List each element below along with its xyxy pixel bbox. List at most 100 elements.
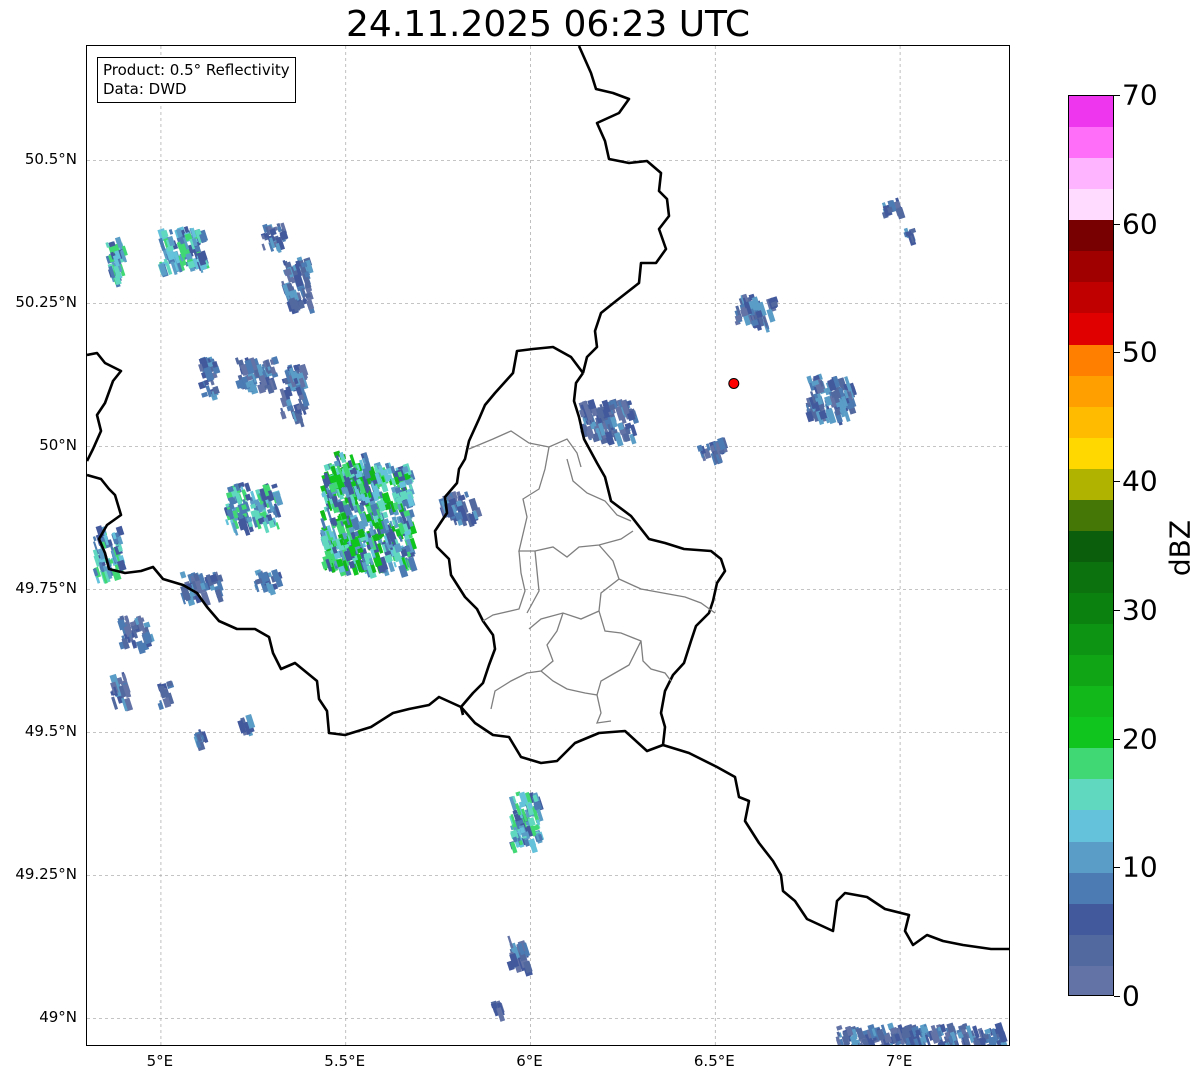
echo-pixel — [892, 1045, 899, 1046]
colorbar-tick-label: 50 — [1122, 335, 1158, 369]
echo-pixel — [280, 410, 287, 420]
colorbar-segment — [1069, 748, 1113, 780]
colorbar-segment — [1069, 561, 1113, 593]
echo-pixel — [586, 429, 595, 440]
echo-pixel — [201, 391, 209, 398]
colorbar-segment — [1069, 655, 1113, 687]
colorbar-segment — [1069, 872, 1113, 904]
colorbar-segment — [1069, 779, 1113, 811]
colorbar-segment — [1069, 468, 1113, 500]
colorbar-segment — [1069, 437, 1113, 469]
colorbar-segment — [1069, 903, 1113, 935]
colorbar-segment — [1069, 96, 1113, 128]
colorbar-segment — [1069, 810, 1113, 842]
lat-tick-label: 49.25°N — [15, 865, 77, 884]
colorbar-tick-label: 60 — [1122, 207, 1158, 241]
border-belgium-lux — [433, 345, 585, 716]
lon-tick-label: 5.5°E — [324, 1052, 366, 1070]
lon-tick-label: 5°E — [146, 1052, 174, 1070]
echo-pixel — [271, 483, 278, 489]
colorbar-segment — [1069, 624, 1113, 656]
lon-tick-label: 6.5°E — [693, 1052, 735, 1070]
colorbar-tick-mark — [1114, 481, 1120, 483]
lat-tick-label: 49.5°N — [24, 722, 77, 741]
colorbar-segment — [1069, 593, 1113, 625]
colorbar-segment — [1069, 282, 1113, 314]
colorbar-tick-label: 30 — [1122, 593, 1158, 627]
colorbar-segment — [1069, 220, 1113, 252]
border-germany-west — [577, 46, 671, 374]
echo-pixel — [92, 536, 97, 542]
colorbar-segment — [1069, 934, 1113, 966]
lon-tick-label: 7°E — [885, 1052, 913, 1070]
colorbar-segment — [1069, 127, 1113, 159]
colorbar-segment — [1069, 841, 1113, 873]
colorbar-tick-mark — [1114, 738, 1120, 740]
colorbar-segment — [1069, 344, 1113, 376]
echo-pixel — [275, 522, 280, 530]
colorbar-tick-label: 40 — [1122, 464, 1158, 498]
echo-pixel — [468, 497, 479, 512]
colorbar-label: dBZ — [1163, 519, 1197, 577]
lat-tick-label: 50°N — [39, 436, 77, 455]
colorbar-segment — [1069, 158, 1113, 190]
colorbar-segment — [1069, 406, 1113, 438]
echo-pixel — [168, 229, 174, 235]
echo-pixel — [967, 1045, 971, 1046]
colorbar-segment — [1069, 251, 1113, 283]
colorbar-tick-mark — [1114, 867, 1120, 869]
gridlines — [87, 46, 1009, 1045]
colorbar-tick-label: 10 — [1122, 850, 1158, 884]
colorbar-segment — [1069, 965, 1113, 995]
echo-pixel — [860, 1045, 866, 1046]
colorbar-tick-mark — [1114, 352, 1120, 354]
colorbar-tick-label: 0 — [1122, 979, 1140, 1013]
lat-tick-label: 49.75°N — [15, 579, 77, 598]
lat-tick-label: 50.25°N — [15, 293, 77, 312]
canton-borders — [468, 430, 716, 724]
info-legend: Product: 0.5° Reflectivity Data: DWD — [97, 57, 296, 103]
colorbar-segment — [1069, 499, 1113, 531]
echo-pixel — [111, 696, 119, 710]
echo-pixel — [836, 1025, 843, 1031]
colorbar — [1068, 95, 1114, 996]
echo-pixel — [393, 561, 397, 568]
echo-pixel — [878, 1045, 888, 1046]
colorbar-tick-label: 20 — [1122, 722, 1158, 756]
colorbar-segment — [1069, 717, 1113, 749]
product-label: Product: 0.5° Reflectivity — [103, 61, 290, 79]
colorbar-tick-mark — [1114, 223, 1120, 225]
colorbar-segment — [1069, 686, 1113, 718]
colorbar-tick-mark — [1114, 95, 1120, 96]
border-france-north — [87, 351, 1009, 951]
colorbar-segment — [1069, 189, 1113, 221]
echo-pixel — [261, 243, 266, 251]
page-title: 24.11.2025 06:23 UTC — [345, 4, 751, 45]
colorbar-tick-mark — [1114, 609, 1120, 611]
country-borders — [87, 46, 1009, 951]
map-canvas — [87, 46, 1009, 1046]
colorbar-segment — [1069, 375, 1113, 407]
echo-pixel — [806, 375, 813, 384]
echo-pixel — [305, 299, 315, 311]
radar-echoes — [92, 197, 1009, 1046]
echo-pixel — [179, 571, 187, 579]
colorbar-segment — [1069, 313, 1113, 345]
radar-map[interactable] — [86, 45, 1010, 1046]
lat-tick-label: 50.5°N — [24, 150, 77, 169]
colorbar-tick-label: 70 — [1122, 78, 1158, 112]
echo-pixel — [965, 1025, 972, 1033]
echo-pixel — [892, 1045, 898, 1046]
echo-pixel — [121, 673, 127, 682]
echo-pixel — [895, 206, 906, 220]
radar-site-marker[interactable] — [728, 377, 740, 389]
echo-pixel — [979, 1044, 986, 1045]
lon-tick-label: 6°E — [516, 1052, 543, 1070]
echo-pixel — [157, 702, 164, 711]
colorbar-segment — [1069, 530, 1113, 562]
lat-tick-label: 49°N — [39, 1008, 77, 1027]
data-source-label: Data: DWD — [103, 80, 187, 98]
echo-pixel — [464, 491, 470, 498]
echo-pixel — [277, 226, 282, 233]
colorbar-tick-mark — [1114, 996, 1120, 997]
